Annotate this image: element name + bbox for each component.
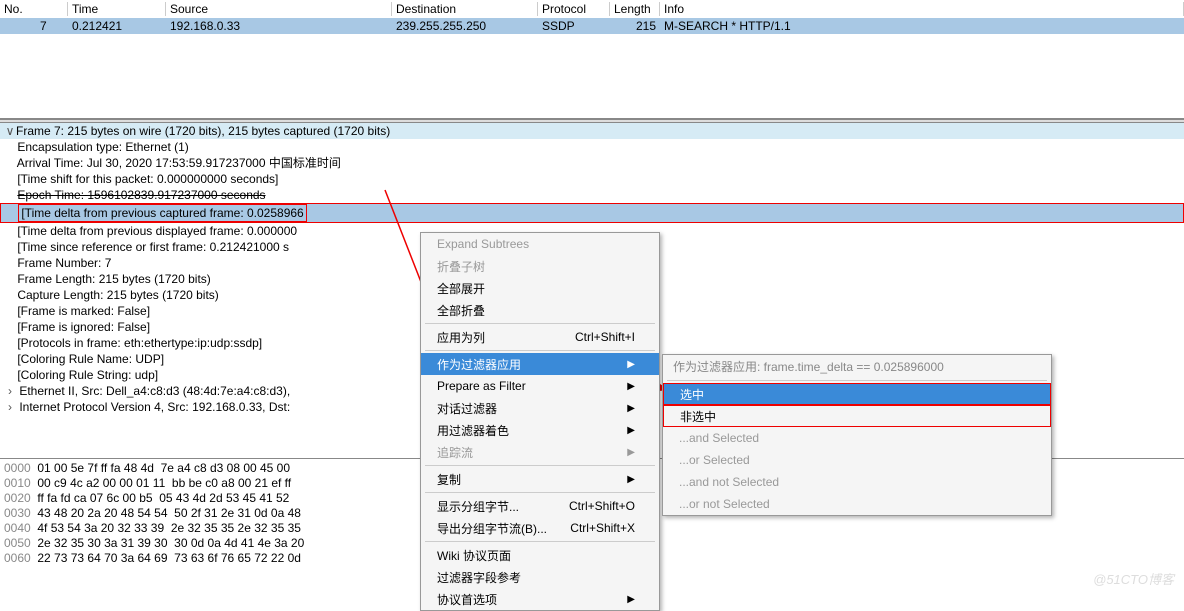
tree-frame[interactable]: ∨Frame 7: 215 bytes on wire (1720 bits),…	[0, 123, 1184, 139]
menu-apply-as-filter[interactable]: 作为过滤器应用▶	[421, 353, 659, 375]
menu-separator	[425, 323, 655, 324]
apply-filter-submenu: 作为过滤器应用: frame.time_delta == 0.025896000…	[662, 354, 1052, 516]
tree-epoch[interactable]: Epoch Time: 1596102839.917237000 seconds	[0, 187, 1184, 203]
packet-list-empty	[0, 34, 1184, 118]
menu-follow-stream[interactable]: 追踪流▶	[421, 441, 659, 463]
submenu-and-not-selected[interactable]: ...and not Selected	[663, 471, 1051, 493]
packet-list-pane: No. Time Source Destination Protocol Len…	[0, 0, 1184, 119]
menu-protocol-prefs[interactable]: 协议首选项▶	[421, 588, 659, 610]
menu-separator	[667, 380, 1047, 381]
submenu-arrow-icon: ▶	[627, 403, 635, 414]
pkt-dst: 239.255.255.250	[392, 19, 538, 33]
menu-expand-all[interactable]: 全部展开	[421, 277, 659, 299]
pkt-info: M-SEARCH * HTTP/1.1	[660, 19, 1184, 33]
menu-separator	[425, 492, 655, 493]
col-protocol[interactable]: Protocol	[538, 2, 610, 16]
submenu-arrow-icon: ▶	[627, 594, 635, 605]
tree-encap[interactable]: Encapsulation type: Ethernet (1)	[0, 139, 1184, 155]
chevron-right-icon[interactable]: ›	[4, 399, 16, 415]
menu-conversation-filter[interactable]: 对话过滤器▶	[421, 397, 659, 419]
menu-colorize-filter[interactable]: 用过滤器着色▶	[421, 419, 659, 441]
menu-show-bytes[interactable]: 显示分组字节...Ctrl+Shift+O	[421, 495, 659, 517]
menu-expand-subtrees[interactable]: Expand Subtrees	[421, 233, 659, 255]
menu-separator	[425, 541, 655, 542]
pkt-no: 7	[0, 19, 68, 33]
menu-separator	[425, 350, 655, 351]
submenu-arrow-icon: ▶	[627, 474, 635, 485]
col-length[interactable]: Length	[610, 2, 660, 16]
submenu-arrow-icon: ▶	[627, 447, 635, 458]
menu-wiki[interactable]: Wiki 协议页面	[421, 544, 659, 566]
menu-collapse-all[interactable]: 全部折叠	[421, 299, 659, 321]
menu-prepare-filter[interactable]: Prepare as Filter▶	[421, 375, 659, 397]
chevron-down-icon[interactable]: ∨	[4, 123, 16, 139]
submenu-not-selected[interactable]: 非选中	[663, 405, 1051, 427]
submenu-selected[interactable]: 选中	[663, 383, 1051, 405]
menu-apply-column[interactable]: 应用为列Ctrl+Shift+I	[421, 326, 659, 348]
submenu-title: 作为过滤器应用: frame.time_delta == 0.025896000	[663, 355, 1051, 378]
pkt-len: 215	[610, 19, 660, 33]
col-no[interactable]: No.	[0, 2, 68, 16]
tree-timeshift[interactable]: [Time shift for this packet: 0.000000000…	[0, 171, 1184, 187]
submenu-arrow-icon: ▶	[627, 381, 635, 392]
menu-field-ref[interactable]: 过滤器字段参考	[421, 566, 659, 588]
col-destination[interactable]: Destination	[392, 2, 538, 16]
submenu-arrow-icon: ▶	[627, 425, 635, 436]
pkt-src: 192.168.0.33	[166, 19, 392, 33]
watermark: @51CTO博客	[1093, 569, 1174, 588]
menu-collapse-subtrees[interactable]: 折叠子树	[421, 255, 659, 277]
col-time[interactable]: Time	[68, 2, 166, 16]
submenu-or-not-selected[interactable]: ...or not Selected	[663, 493, 1051, 515]
col-info[interactable]: Info	[660, 2, 1184, 16]
packet-list-header: No. Time Source Destination Protocol Len…	[0, 0, 1184, 18]
submenu-arrow-icon: ▶	[627, 359, 635, 370]
context-menu: Expand Subtrees 折叠子树 全部展开 全部折叠 应用为列Ctrl+…	[420, 232, 660, 611]
submenu-and-selected[interactable]: ...and Selected	[663, 427, 1051, 449]
tree-arrival[interactable]: Arrival Time: Jul 30, 2020 17:53:59.9172…	[0, 155, 1184, 171]
tree-time-delta-captured[interactable]: [Time delta from previous captured frame…	[0, 203, 1184, 223]
chevron-right-icon[interactable]: ›	[4, 383, 16, 399]
col-source[interactable]: Source	[166, 2, 392, 16]
packet-row[interactable]: 7 0.212421 192.168.0.33 239.255.255.250 …	[0, 18, 1184, 34]
menu-separator	[425, 465, 655, 466]
pkt-time: 0.212421	[68, 19, 166, 33]
menu-export-bytes[interactable]: 导出分组字节流(B)...Ctrl+Shift+X	[421, 517, 659, 539]
pkt-proto: SSDP	[538, 19, 610, 33]
menu-copy[interactable]: 复制▶	[421, 468, 659, 490]
submenu-or-selected[interactable]: ...or Selected	[663, 449, 1051, 471]
